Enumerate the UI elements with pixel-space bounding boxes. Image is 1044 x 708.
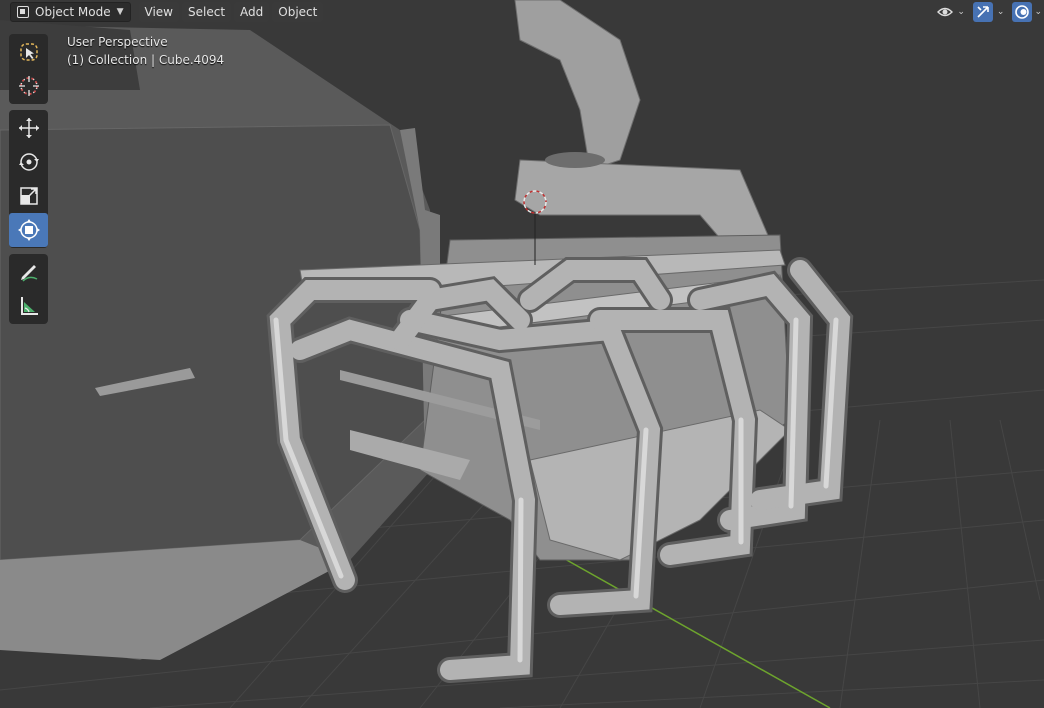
transform-tool[interactable] <box>9 213 48 247</box>
annotate-tool[interactable] <box>9 255 48 289</box>
transform-icon <box>17 219 40 241</box>
annotate-icon <box>20 265 37 282</box>
tool-group-annotate <box>9 254 48 324</box>
chevron-down-icon[interactable]: ⌄ <box>997 7 1005 17</box>
visibility-icon[interactable] <box>935 2 955 22</box>
object-mode-icon <box>17 6 29 18</box>
overlays-icon[interactable] <box>1012 2 1033 22</box>
overlays-dropdown[interactable]: ⌄ <box>1012 2 1042 22</box>
mode-dropdown[interactable]: Object Mode ▼ <box>10 2 131 22</box>
measure-icon <box>20 297 38 315</box>
move-icon <box>18 118 39 138</box>
gizmo-dropdown[interactable]: ⌄ <box>972 2 1005 22</box>
cursor-tool[interactable] <box>9 69 48 103</box>
menu-object[interactable]: Object <box>272 2 324 22</box>
chevron-down-icon[interactable]: ⌄ <box>957 7 965 17</box>
measure-tool[interactable] <box>9 289 48 323</box>
tool-shelf <box>9 34 48 330</box>
chevron-down-icon[interactable]: ⌄ <box>1034 7 1042 17</box>
chevron-down-icon: ▼ <box>116 7 124 17</box>
rotate-tool[interactable] <box>9 145 48 179</box>
gizmo-icon[interactable] <box>972 2 993 22</box>
scale-icon <box>19 187 38 205</box>
tool-group-select <box>9 34 48 104</box>
view-name: User Perspective <box>67 35 168 49</box>
tool-group-transform <box>9 110 48 248</box>
mode-label: Object Mode <box>35 5 111 19</box>
scale-tool[interactable] <box>9 179 48 213</box>
select-box-tool[interactable] <box>9 35 48 69</box>
select-box-icon <box>19 43 38 61</box>
menu-view[interactable]: View <box>138 2 179 22</box>
active-object-label: (1) Collection | Cube.4094 <box>67 53 225 67</box>
menu-select[interactable]: Select <box>182 2 232 22</box>
rotate-icon <box>18 153 39 171</box>
3d-viewport[interactable] <box>0 0 1044 708</box>
visibility-dropdown[interactable]: ⌄ <box>935 2 965 22</box>
move-tool[interactable] <box>9 111 48 145</box>
viewport-header-right: ⌄ ⌄ ⌄ <box>935 0 1044 24</box>
cursor-icon <box>18 76 39 96</box>
viewport-header: Object Mode ▼ View Select Add Object <box>0 0 1044 24</box>
viewport-info: User Perspective (1) Collection | Cube.4… <box>67 33 224 69</box>
menu-add[interactable]: Add <box>234 2 270 22</box>
